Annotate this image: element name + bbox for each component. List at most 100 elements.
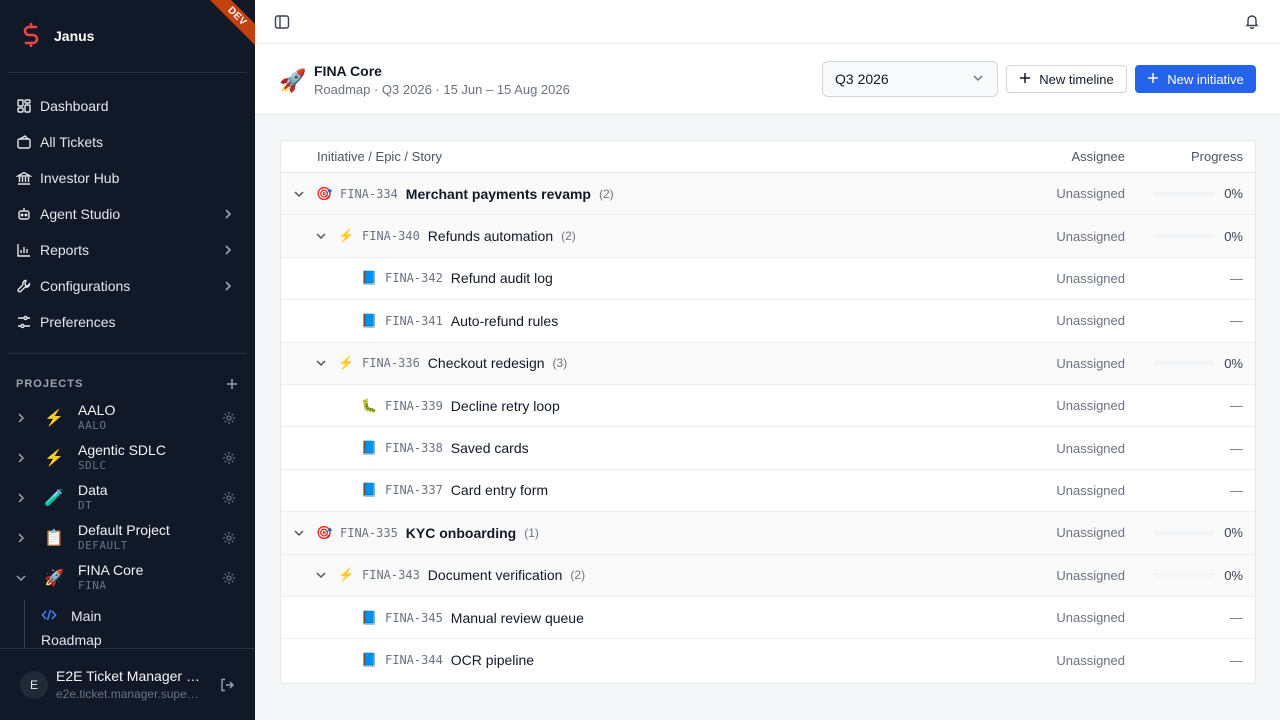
progress: — xyxy=(1135,653,1255,668)
brand[interactable]: Janus xyxy=(20,22,94,50)
ticket-name[interactable]: Merchant payments revamp xyxy=(406,186,591,202)
rocket-icon: 🚀 xyxy=(44,570,64,587)
new-initiative-button[interactable]: New initiative xyxy=(1135,65,1256,93)
ticket-key[interactable]: FINA-344 xyxy=(385,653,443,667)
ticket-name[interactable]: Document verification xyxy=(428,567,563,583)
gear-icon[interactable] xyxy=(211,531,247,545)
child-count: (2) xyxy=(598,186,614,201)
progress-value: 0% xyxy=(1224,525,1243,541)
ticket-name[interactable]: OCR pipeline xyxy=(451,652,534,668)
chevron-down-icon[interactable] xyxy=(293,526,307,540)
ticket-key[interactable]: FINA-343 xyxy=(362,568,420,582)
table-row[interactable]: ⚡ FINA-340 Refunds automation (2) Unassigned… xyxy=(281,215,1255,258)
assignee[interactable]: Unassigned xyxy=(1015,356,1135,371)
ticket-key[interactable]: FINA-335 xyxy=(340,526,398,540)
gear-icon[interactable] xyxy=(211,451,247,465)
nav-preferences[interactable]: Preferences xyxy=(8,304,247,340)
nav-agent-studio[interactable]: Agent Studio xyxy=(8,196,247,232)
chevron-right-icon[interactable] xyxy=(8,452,34,464)
assignee[interactable]: Unassigned xyxy=(1015,271,1135,286)
chevron-right-icon[interactable] xyxy=(8,532,34,544)
ticket-name[interactable]: Refund audit log xyxy=(451,270,553,286)
book-icon: 📘 xyxy=(361,312,378,328)
gear-icon[interactable] xyxy=(211,491,247,505)
progress-value: — xyxy=(1230,610,1243,626)
table-row[interactable]: 🎯 FINA-335 KYC onboarding (1) Unassigned 0% xyxy=(281,512,1255,555)
logout-icon[interactable] xyxy=(219,677,235,693)
avatar[interactable]: E xyxy=(20,670,48,699)
project-agentic-sdlc[interactable]: ⚡ Agentic SDLC SDLC xyxy=(8,438,247,478)
project-sub-next[interactable]: Roadmap xyxy=(24,632,102,648)
chevron-right-icon[interactable] xyxy=(8,412,34,424)
nav-all-tickets[interactable]: All Tickets xyxy=(8,124,247,160)
ticket-key[interactable]: FINA-341 xyxy=(385,314,443,328)
table-row[interactable]: ⚡ FINA-343 Document verification (2) Unassig… xyxy=(281,554,1255,597)
table-row[interactable]: 📘 FINA-344 OCR pipeline Unassigned — xyxy=(281,639,1255,681)
ticket-key[interactable]: FINA-334 xyxy=(340,187,398,201)
table-row[interactable]: 📘 FINA-342 Refund audit log Unassigned — xyxy=(281,258,1255,301)
ticket-name[interactable]: KYC onboarding xyxy=(406,525,516,541)
ticket-key[interactable]: FINA-342 xyxy=(385,271,443,285)
nav-investor-hub[interactable]: Investor Hub xyxy=(8,160,247,196)
sidebar-toggle-icon[interactable] xyxy=(274,14,290,30)
table-row[interactable]: 📘 FINA-338 Saved cards Unassigned — xyxy=(281,427,1255,470)
new-timeline-button[interactable]: New timeline xyxy=(1006,65,1127,93)
gear-icon[interactable] xyxy=(211,571,247,585)
ticket-key[interactable]: FINA-339 xyxy=(385,399,443,413)
project-sub-main[interactable]: Main xyxy=(24,600,101,632)
project-list: ⚡ AALO AALO ⚡ Agentic SDLC SDLC 🧪 Data DT 📋… xyxy=(8,398,247,598)
progress: — xyxy=(1135,610,1255,625)
bell-icon[interactable] xyxy=(1244,13,1260,30)
project-fina-core[interactable]: 🚀 FINA Core FINA xyxy=(8,558,247,598)
plus-icon xyxy=(1147,72,1159,87)
assignee[interactable]: Unassigned xyxy=(1015,525,1135,540)
ticket-name[interactable]: Card entry form xyxy=(451,482,548,498)
chevron-down-icon[interactable] xyxy=(315,229,329,243)
nav-reports[interactable]: Reports xyxy=(8,232,247,268)
assignee[interactable]: Unassigned xyxy=(1015,610,1135,625)
timeline-select[interactable]: Q3 2026 xyxy=(822,61,998,97)
assignee[interactable]: Unassigned xyxy=(1015,568,1135,583)
nav-configurations[interactable]: Configurations xyxy=(8,268,247,304)
assignee[interactable]: Unassigned xyxy=(1015,229,1135,244)
project-default[interactable]: 📋 Default Project DEFAULT xyxy=(8,518,247,558)
assignee[interactable]: Unassigned xyxy=(1015,653,1135,668)
table-row[interactable]: 🎯 FINA-334 Merchant payments revamp (2) Unas… xyxy=(281,173,1255,216)
code-icon xyxy=(41,607,57,626)
project-data[interactable]: 🧪 Data DT xyxy=(8,478,247,518)
ticket-name[interactable]: Refunds automation xyxy=(428,228,553,244)
child-count: (1) xyxy=(524,525,539,540)
project-name: Default Project xyxy=(78,522,170,538)
nav-dashboard[interactable]: Dashboard xyxy=(8,88,247,124)
chevron-down-icon[interactable] xyxy=(8,572,34,584)
assignee[interactable]: Unassigned xyxy=(1015,483,1135,498)
chevron-down-icon[interactable] xyxy=(293,187,307,201)
assignee[interactable]: Unassigned xyxy=(1015,313,1135,328)
ticket-name[interactable]: Saved cards xyxy=(451,440,529,456)
add-project-icon[interactable] xyxy=(225,377,239,391)
janus-logo-icon xyxy=(20,22,42,50)
ticket-name[interactable]: Decline retry loop xyxy=(451,398,560,414)
assignee[interactable]: Unassigned xyxy=(1015,186,1135,201)
table-row[interactable]: ⚡ FINA-336 Checkout redesign (3) Unassigned 0… xyxy=(281,342,1255,385)
gear-icon[interactable] xyxy=(211,411,247,425)
ticket-name[interactable]: Manual review queue xyxy=(451,610,584,626)
ticket-key[interactable]: FINA-345 xyxy=(385,611,443,625)
chevron-down-icon[interactable] xyxy=(315,568,329,582)
table-row[interactable]: 📘 FINA-341 Auto-refund rules Unassigned — xyxy=(281,300,1255,343)
ticket-key[interactable]: FINA-340 xyxy=(362,229,420,243)
table-row[interactable]: 🐛 FINA-339 Decline retry loop Unassigned — xyxy=(281,385,1255,428)
project-aalo[interactable]: ⚡ AALO AALO xyxy=(8,398,247,438)
assignee[interactable]: Unassigned xyxy=(1015,398,1135,413)
ticket-name[interactable]: Auto-refund rules xyxy=(451,313,558,329)
chevron-right-icon[interactable] xyxy=(8,492,34,504)
ticket-key[interactable]: FINA-336 xyxy=(362,356,420,370)
assignee[interactable]: Unassigned xyxy=(1015,441,1135,456)
ticket-name[interactable]: Checkout redesign xyxy=(428,355,545,371)
table-row[interactable]: 📘 FINA-337 Card entry form Unassigned — xyxy=(281,470,1255,513)
progress-bar xyxy=(1154,573,1215,578)
chevron-down-icon[interactable] xyxy=(315,356,329,370)
ticket-key[interactable]: FINA-337 xyxy=(385,483,443,497)
table-row[interactable]: 📘 FINA-345 Manual review queue Unassigned — xyxy=(281,597,1255,640)
ticket-key[interactable]: FINA-338 xyxy=(385,441,443,455)
